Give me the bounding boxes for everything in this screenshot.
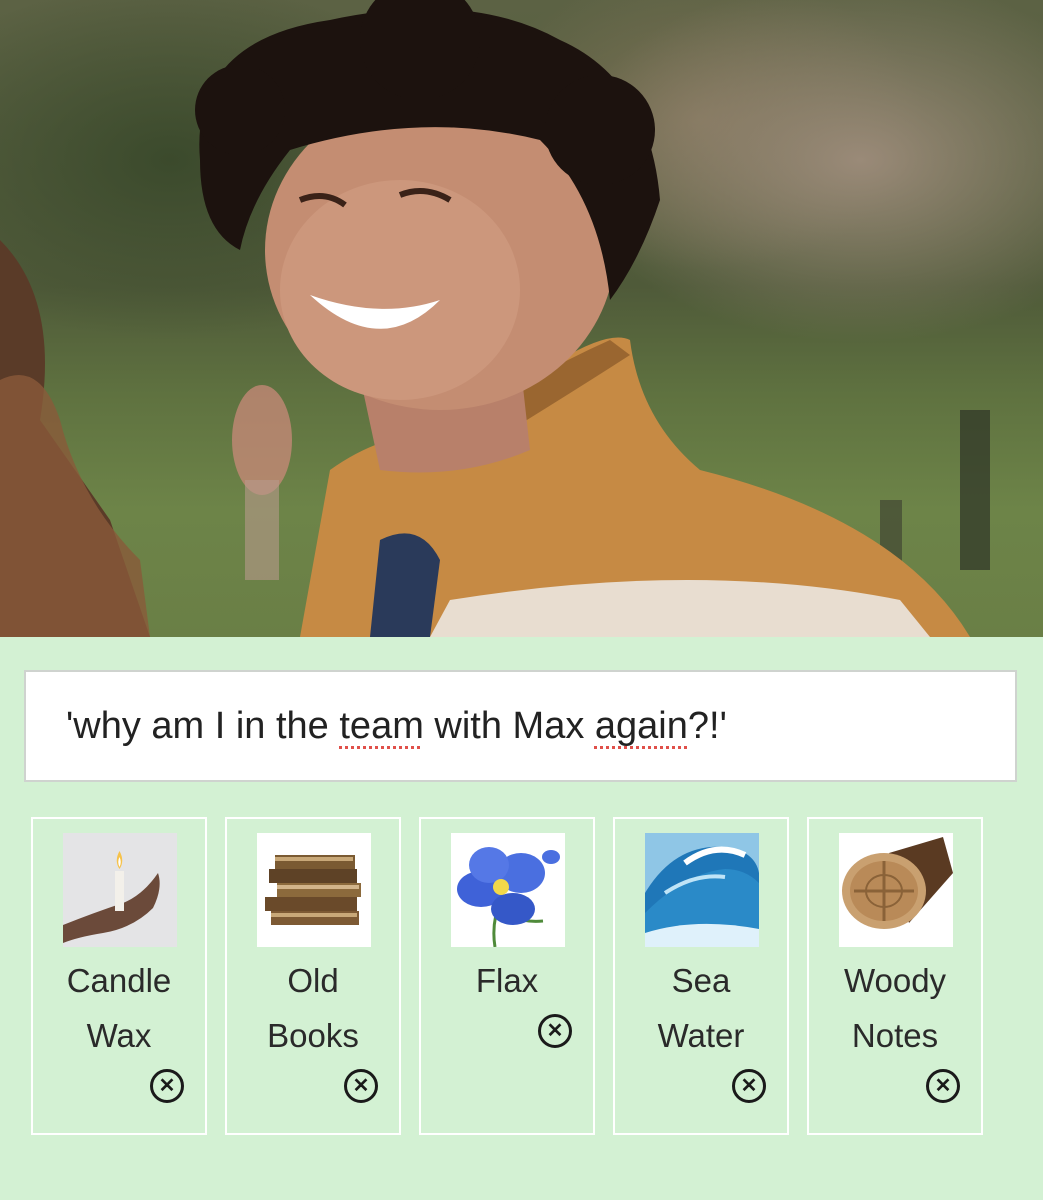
caption-part: ?!'	[687, 704, 727, 747]
remove-icon[interactable]: ✕	[926, 1069, 960, 1103]
caption-part: with Max	[423, 704, 595, 747]
remove-icon[interactable]: ✕	[538, 1014, 572, 1048]
caption-part: 'why am I in the	[66, 704, 340, 747]
remove-icon[interactable]: ✕	[732, 1069, 766, 1103]
note-label: Woody Notes	[843, 962, 947, 1054]
note-label: Candle Wax	[66, 962, 172, 1054]
old-books-image	[257, 833, 371, 947]
remove-icon[interactable]: ✕	[150, 1069, 184, 1103]
photo	[0, 0, 1043, 637]
note-card-candle-wax[interactable]: Candle Wax ✕	[31, 817, 207, 1135]
photo-scene	[0, 0, 990, 637]
caption-text: 'why am I in the team with Max again?!'	[66, 705, 727, 748]
caption-input[interactable]: 'why am I in the team with Max again?!'	[24, 670, 1017, 782]
sea-wave-image	[645, 833, 759, 947]
remove-icon[interactable]: ✕	[344, 1069, 378, 1103]
misspelled-word: team	[339, 704, 424, 747]
note-label: Flax	[475, 962, 539, 999]
note-card-woody-notes[interactable]: Woody Notes ✕	[807, 817, 983, 1135]
misspelled-word: again	[594, 704, 688, 747]
note-label: Sea Water	[657, 962, 745, 1054]
wood-log-image	[839, 833, 953, 947]
note-card-sea-water[interactable]: Sea Water ✕	[613, 817, 789, 1135]
candle-wax-image	[63, 833, 177, 947]
flax-flower-image	[451, 833, 565, 947]
note-card-old-books[interactable]: Old Books ✕	[225, 817, 401, 1135]
note-card-flax[interactable]: Flax ✕	[419, 817, 595, 1135]
note-label: Old Books	[267, 962, 359, 1054]
